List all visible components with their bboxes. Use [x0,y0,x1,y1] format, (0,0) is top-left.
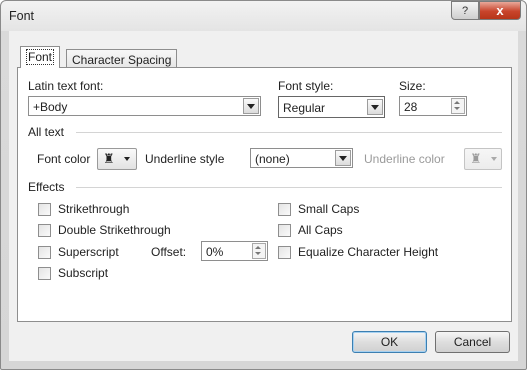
underline-color-button: ♜ [464,148,502,170]
tab-character-spacing[interactable]: Character Spacing [66,49,178,69]
offset-label: Offset: [151,245,187,259]
effects-divider [76,187,502,188]
size-spinner[interactable]: 28 [399,96,467,116]
chevron-down-icon [491,157,497,161]
underline-style-label: Underline style [145,152,225,166]
tab-character-spacing-label: Character Spacing [72,53,172,67]
font-color-button[interactable]: ♜ [97,148,137,170]
double-strikethrough-checkbox[interactable] [38,224,51,237]
subscript-label[interactable]: Subscript [58,266,108,280]
paint-bucket-icon: ♜ [103,151,115,166]
font-color-label: Font color [37,152,91,166]
subscript-checkbox[interactable] [38,267,51,280]
size-value: 28 [404,100,418,114]
all-caps-label[interactable]: All Caps [298,223,343,237]
underline-style-value: (none) [255,152,290,166]
tab-font[interactable]: Font [20,46,61,68]
spin-up-icon[interactable] [454,101,460,104]
offset-value: 0% [206,245,224,259]
underline-style-combobox[interactable]: (none) [250,148,353,168]
spin-down-icon[interactable] [454,107,460,110]
help-button[interactable]: ? [451,1,479,20]
size-label: Size: [399,79,426,93]
all-text-divider [76,132,502,133]
spin-up-icon[interactable] [255,246,261,249]
latin-font-value: +Body [33,100,68,114]
close-button[interactable]: x [479,1,521,20]
chevron-down-icon[interactable] [367,99,383,115]
ok-button[interactable]: OK [352,331,427,353]
strikethrough-label[interactable]: Strikethrough [58,202,129,216]
window-title: Font [9,9,35,23]
small-caps-checkbox[interactable] [278,203,291,216]
chevron-down-icon[interactable] [243,98,259,114]
title-bar[interactable]: Font ? x [1,1,526,31]
latin-font-combobox[interactable]: +Body [28,96,261,116]
font-style-combobox[interactable]: Regular [278,96,385,118]
font-style-value: Regular [283,101,326,115]
font-tab-panel: Latin text font: +Body Font style: Regul… [17,67,512,322]
offset-spin-buttons[interactable] [252,243,266,259]
close-icon: x [496,3,504,18]
strikethrough-checkbox[interactable] [38,203,51,216]
chevron-down-icon [124,157,130,161]
size-spin-buttons[interactable] [451,98,465,114]
double-strikethrough-label[interactable]: Double Strikethrough [58,223,171,237]
font-style-label: Font style: [278,79,334,93]
font-dialog: Font ? x Font Character Spacing Latin te… [0,0,527,370]
help-icon: ? [461,4,469,17]
tab-font-label: Font [26,49,55,65]
all-caps-checkbox[interactable] [278,224,291,237]
superscript-checkbox[interactable] [38,246,51,259]
superscript-label[interactable]: Superscript [58,245,119,259]
all-text-heading: All text [28,125,65,139]
paint-bucket-icon: ♜ [470,151,482,166]
small-caps-label[interactable]: Small Caps [298,202,359,216]
equalize-character-height-label[interactable]: Equalize Character Height [298,245,438,259]
latin-font-label: Latin text font: [28,79,104,93]
chevron-down-icon[interactable] [335,150,351,166]
offset-spinner[interactable]: 0% [201,241,268,261]
cancel-button[interactable]: Cancel [435,331,510,353]
spin-down-icon[interactable] [255,252,261,255]
underline-color-label: Underline color [364,152,445,166]
effects-heading: Effects [28,180,65,194]
equalize-character-height-checkbox[interactable] [278,246,291,259]
dialog-body: Font Character Spacing Latin text font: … [9,31,518,361]
